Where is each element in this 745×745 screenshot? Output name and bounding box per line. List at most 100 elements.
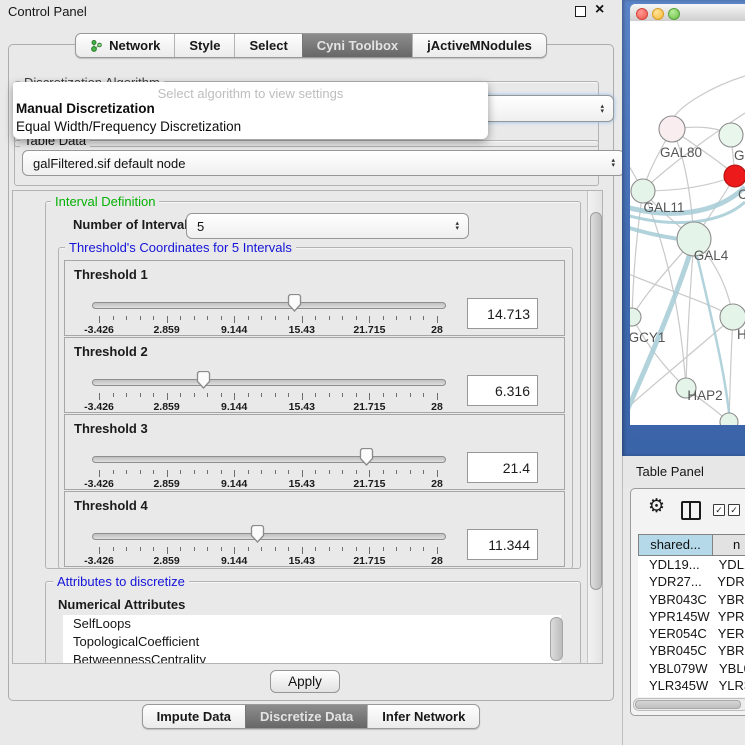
mac-close-button[interactable]	[636, 8, 648, 20]
slider-tick	[261, 393, 262, 397]
tab-cyni-toolbox[interactable]: Cyni Toolbox	[302, 34, 412, 57]
apply-button[interactable]: Apply	[270, 670, 340, 693]
attribute-list-item[interactable]: SelfLoops	[63, 615, 561, 633]
column-header-name[interactable]: n	[713, 534, 745, 556]
table-row[interactable]: YER054CYER0	[638, 625, 745, 642]
slider-thumb[interactable]	[359, 448, 374, 466]
table-row[interactable]: YDR27...YDR2	[638, 573, 745, 590]
tab-label: Impute Data	[157, 709, 231, 724]
attribute-list-item[interactable]: BetweennessCentrality	[63, 651, 561, 663]
mode-tab-impute-data[interactable]: Impute Data	[143, 705, 245, 728]
slider-thumb[interactable]	[250, 525, 265, 543]
table-row[interactable]: YDL19...YDL1	[638, 556, 745, 573]
checkbox-icon[interactable]: ✓	[728, 504, 740, 516]
slider-tick	[383, 547, 384, 551]
network-edge[interactable]	[729, 317, 733, 422]
slider-tick	[113, 470, 114, 474]
numerical-attributes-list[interactable]: SelfLoopsTopologicalCoefficientBetweenne…	[63, 615, 561, 663]
spinner-down-icon: ▾	[455, 226, 459, 231]
gear-icon[interactable]: ⚙	[648, 495, 665, 518]
slider-track[interactable]	[92, 456, 446, 463]
tab-select[interactable]: Select	[234, 34, 301, 57]
table-row[interactable]: YBR043CYBR0	[638, 591, 745, 608]
columns-icon[interactable]	[681, 501, 701, 520]
tab-network[interactable]: Network	[76, 34, 174, 57]
slider-tick	[342, 547, 343, 551]
dropdown-option-manual-discretization[interactable]: Manual Discretization	[16, 101, 155, 116]
float-window-icon[interactable]	[575, 6, 586, 17]
slider-thumb[interactable]	[196, 371, 211, 389]
slider-thumb[interactable]	[287, 294, 302, 312]
horizontal-scrollbar-thumb[interactable]	[635, 700, 741, 709]
attribute-list-item[interactable]: TopologicalCoefficient	[63, 633, 561, 651]
horizontal-scrollbar[interactable]	[633, 698, 745, 711]
cell-name: YER0	[712, 625, 745, 642]
slider-tick	[140, 316, 141, 320]
slider-track[interactable]	[92, 379, 446, 386]
slider-track[interactable]	[92, 302, 446, 309]
slider-tick	[383, 316, 384, 320]
vertical-scrollbar-thumb[interactable]	[590, 212, 602, 590]
threshold-4-label: Threshold 4	[74, 498, 148, 513]
interval-definition-label: Interval Definition	[51, 194, 159, 209]
slider-tick	[288, 547, 289, 551]
table-row[interactable]: YPR145WYPR1	[638, 608, 745, 625]
slider-tick-label: -3.426	[84, 324, 114, 336]
list-scrollbar-thumb[interactable]	[550, 617, 563, 661]
checkbox-icon[interactable]: ✓	[713, 504, 725, 516]
tab-style[interactable]: Style	[174, 34, 234, 57]
slider-tick-label: 15.43	[289, 555, 315, 567]
vertical-scrollbar[interactable]	[587, 191, 603, 663]
network-node-label: GCY1	[630, 330, 665, 345]
slider-tick	[167, 316, 168, 323]
cell-name: YDR2	[711, 573, 745, 590]
network-node[interactable]	[719, 123, 743, 147]
mode-tabs: Impute Data Discretize DataInfer Network	[142, 704, 481, 729]
slider-tick	[126, 470, 127, 474]
thresholds-group-label: Threshold's Coordinates for 5 Intervals	[65, 240, 296, 255]
dropdown-option-equal-width-frequency[interactable]: Equal Width/Frequency Discretization	[16, 119, 241, 134]
cell-name: YDL1	[713, 556, 745, 573]
close-panel-icon[interactable]: ×	[595, 1, 604, 19]
slider-tick-label: 9.144	[221, 478, 247, 490]
slider-tick	[126, 316, 127, 320]
network-canvas[interactable]: GAL80GCGAL11GAL4GCY1HHAP2	[630, 21, 745, 425]
network-node[interactable]	[659, 116, 685, 142]
mac-zoom-button[interactable]	[668, 8, 680, 20]
slider-tick	[221, 316, 222, 320]
slider-tick	[180, 470, 181, 474]
slider-tick	[194, 316, 195, 320]
slider-tick	[99, 470, 100, 477]
table-row[interactable]: YIL053CYIL0	[638, 694, 745, 697]
tab-jactivemnodules[interactable]: jActiveMNodules	[412, 34, 546, 57]
table-row[interactable]: YBL079WYBL0	[638, 660, 745, 677]
tab-label: jActiveMNodules	[427, 38, 532, 53]
settings-scroll-area: Interval Definition Number of Intervals …	[12, 190, 603, 664]
table-data-combobox[interactable]: galFiltered.sif default node ▴▾	[22, 150, 625, 176]
table-row[interactable]: YLR345WYLR3	[638, 677, 745, 694]
threshold-3-slider[interactable]: -3.4262.8599.14415.4321.71528	[92, 448, 446, 488]
threshold-1-slider[interactable]: -3.4262.8599.14415.4321.71528	[92, 294, 446, 334]
slider-tick	[396, 393, 397, 397]
slider-track[interactable]	[92, 533, 446, 540]
network-node[interactable]	[724, 165, 745, 187]
algorithm-dropdown-popup: Select algorithm to view settings Manual…	[13, 82, 488, 139]
mac-minimize-button[interactable]	[652, 8, 664, 20]
threshold-1-value-field[interactable]: 14.713	[467, 298, 538, 329]
network-node[interactable]	[630, 308, 641, 326]
threshold-3-value-field[interactable]: 21.4	[467, 452, 538, 483]
threshold-4-slider[interactable]: -3.4262.8599.14415.4321.71528	[92, 525, 446, 565]
network-node[interactable]	[720, 413, 738, 425]
column-header-shared-name[interactable]: shared...	[638, 534, 713, 556]
slider-tick	[153, 470, 154, 474]
slider-tick	[221, 547, 222, 551]
table-row[interactable]: YBR045CYBR0	[638, 642, 745, 659]
network-edge[interactable]	[674, 76, 745, 117]
mode-tab-infer-network[interactable]: Infer Network	[367, 705, 479, 728]
threshold-2-slider[interactable]: -3.4262.8599.14415.4321.71528	[92, 371, 446, 411]
threshold-2-value-field[interactable]: 6.316	[467, 375, 538, 406]
threshold-4-value-field[interactable]: 11.344	[467, 529, 538, 560]
number-of-intervals-combobox[interactable]: 5 ▴▾	[186, 213, 469, 239]
slider-tick	[423, 547, 424, 551]
mode-tab-discretize-data[interactable]: Discretize Data	[245, 705, 367, 728]
